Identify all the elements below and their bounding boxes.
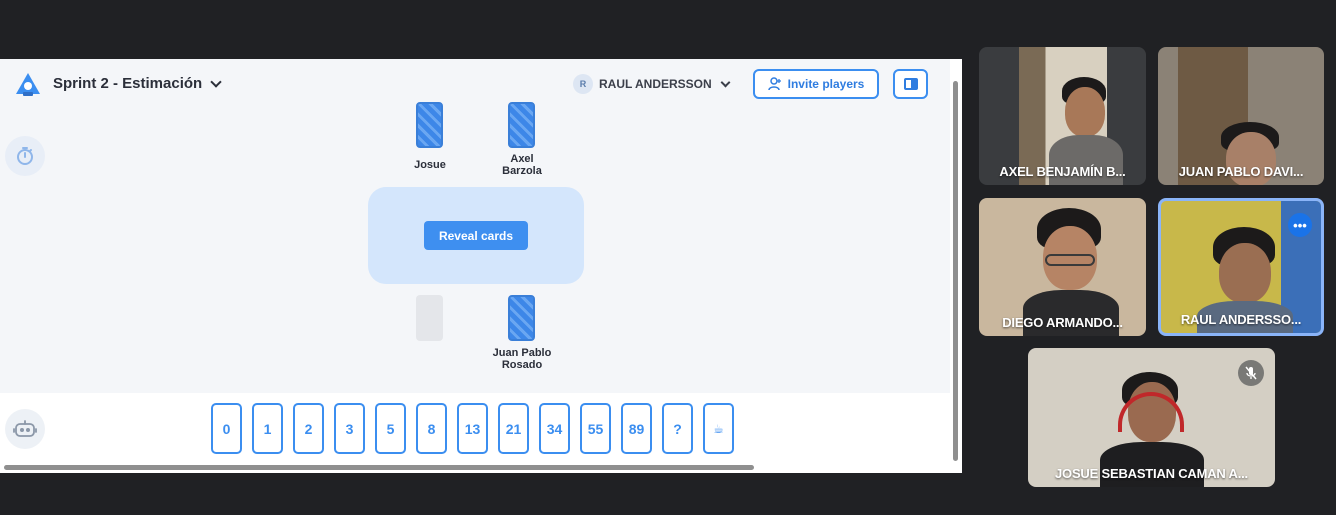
poker-table: Reveal cards xyxy=(368,187,584,284)
player-card-josue xyxy=(416,102,443,148)
player-name-axel: Axel Barzola xyxy=(502,153,542,177)
player-card-empty xyxy=(416,295,443,341)
vote-card[interactable]: 89 xyxy=(621,403,652,454)
participant-tile[interactable]: DIEGO ARMANDO... xyxy=(979,198,1146,336)
video-person-head xyxy=(1219,243,1271,303)
scroll-thumb[interactable] xyxy=(953,81,958,461)
player-name-josue: Josue xyxy=(414,159,446,171)
add-user-icon xyxy=(767,77,781,91)
more-options-icon[interactable]: ••• xyxy=(1288,213,1312,237)
user-menu[interactable]: R RAUL ANDERSSON xyxy=(573,74,731,94)
game-title: Sprint 2 - Estimación xyxy=(53,75,203,92)
top-bar: Sprint 2 - Estimación R RAUL ANDERSSON I… xyxy=(0,59,950,107)
vertical-scrollbar[interactable] xyxy=(950,59,962,473)
shared-screen: Sprint 2 - Estimación R RAUL ANDERSSON I… xyxy=(0,59,962,473)
participant-name: AXEL BENJAMÍN B... xyxy=(999,164,1126,179)
vote-card[interactable]: 55 xyxy=(580,403,611,454)
chevron-down-icon xyxy=(720,77,731,87)
scroll-thumb[interactable] xyxy=(4,465,754,470)
video-person-head xyxy=(1065,87,1105,137)
vote-card[interactable]: 13 xyxy=(457,403,488,454)
invite-players-button[interactable]: Invite players xyxy=(753,69,879,99)
bot-button[interactable] xyxy=(5,409,45,449)
sidebar-icon xyxy=(904,78,918,90)
participant-name: JOSUE SEBASTIAN CAMAN A... xyxy=(1055,466,1248,481)
vote-card[interactable]: 3 xyxy=(334,403,365,454)
vote-card[interactable]: 34 xyxy=(539,403,570,454)
reveal-cards-button[interactable]: Reveal cards xyxy=(424,221,528,250)
avatar: R xyxy=(573,74,593,94)
participant-tile-active[interactable]: ••• RAUL ANDERSSO... xyxy=(1158,198,1324,336)
robot-icon xyxy=(13,420,37,437)
stopwatch-icon xyxy=(17,147,33,165)
toggle-sidebar-button[interactable] xyxy=(893,69,928,99)
player-name-juan: Juan Pablo Rosado xyxy=(492,347,552,371)
vote-card[interactable]: 21 xyxy=(498,403,529,454)
invite-label: Invite players xyxy=(787,77,865,91)
app-logo-icon xyxy=(16,73,40,96)
vote-card[interactable]: ? xyxy=(662,403,693,454)
vote-card[interactable]: 8 xyxy=(416,403,447,454)
timer-button[interactable] xyxy=(5,136,45,176)
participant-name: JUAN PABLO DAVI... xyxy=(1178,164,1304,179)
vote-deck: 0 1 2 3 5 8 13 21 34 55 89 ? ☕ xyxy=(211,403,734,454)
participant-tile[interactable]: AXEL BENJAMÍN B... xyxy=(979,47,1146,185)
vote-card[interactable]: 1 xyxy=(252,403,283,454)
vote-card-coffee[interactable]: ☕ xyxy=(703,403,734,454)
game-title-dropdown[interactable]: Sprint 2 - Estimación xyxy=(53,75,222,92)
video-person-glasses xyxy=(1045,254,1095,266)
participant-tile[interactable]: JUAN PABLO DAVI... xyxy=(1158,47,1324,185)
chevron-down-icon xyxy=(210,75,222,88)
player-card-juan xyxy=(508,295,535,341)
vote-card[interactable]: 5 xyxy=(375,403,406,454)
vote-card[interactable]: 2 xyxy=(293,403,324,454)
player-card-axel xyxy=(508,102,535,148)
participant-tile[interactable]: JOSUE SEBASTIAN CAMAN A... xyxy=(1028,348,1275,487)
participant-name: DIEGO ARMANDO... xyxy=(1002,315,1123,330)
user-name: RAUL ANDERSSON xyxy=(599,77,712,91)
mic-off-icon xyxy=(1238,360,1264,386)
horizontal-scrollbar[interactable] xyxy=(0,461,950,473)
vote-card[interactable]: 0 xyxy=(211,403,242,454)
participant-name: RAUL ANDERSSO... xyxy=(1180,312,1302,327)
